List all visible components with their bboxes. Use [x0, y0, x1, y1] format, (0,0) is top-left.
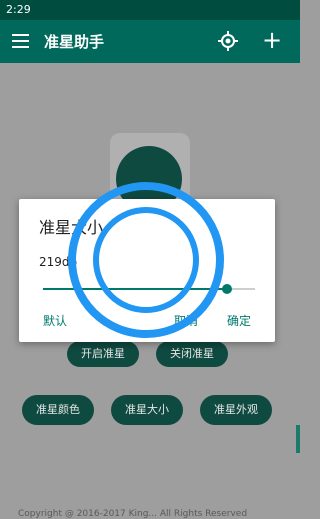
crosshair-color-button[interactable]: 准星颜色	[22, 395, 94, 425]
size-dialog: 准星大小 219dp 默认 取消 确定	[19, 199, 275, 342]
status-bar: 2:29	[0, 0, 300, 20]
default-button[interactable]: 默认	[43, 312, 67, 329]
crosshair-style-button[interactable]: 准星外观	[200, 395, 272, 425]
status-time: 2:29	[6, 3, 31, 16]
cancel-button[interactable]: 取消	[174, 312, 198, 329]
slider-thumb[interactable]	[222, 284, 233, 294]
ok-button[interactable]: 确定	[227, 312, 251, 329]
menu-icon[interactable]	[12, 34, 29, 48]
slider-fill	[43, 288, 228, 290]
open-crosshair-button[interactable]: 开启准星	[67, 341, 139, 367]
add-icon[interactable]: +	[262, 28, 282, 52]
size-slider[interactable]	[43, 282, 255, 296]
size-value: 219dp	[39, 255, 78, 269]
app-title: 准星助手	[44, 33, 105, 51]
close-crosshair-button[interactable]: 关闭准星	[156, 341, 228, 367]
dialog-title: 准星大小	[39, 218, 104, 237]
target-icon[interactable]	[218, 31, 238, 51]
crosshair-size-button[interactable]: 准星大小	[111, 395, 183, 425]
side-tab[interactable]	[296, 425, 300, 453]
app-bar: 准星助手 +	[0, 20, 300, 63]
